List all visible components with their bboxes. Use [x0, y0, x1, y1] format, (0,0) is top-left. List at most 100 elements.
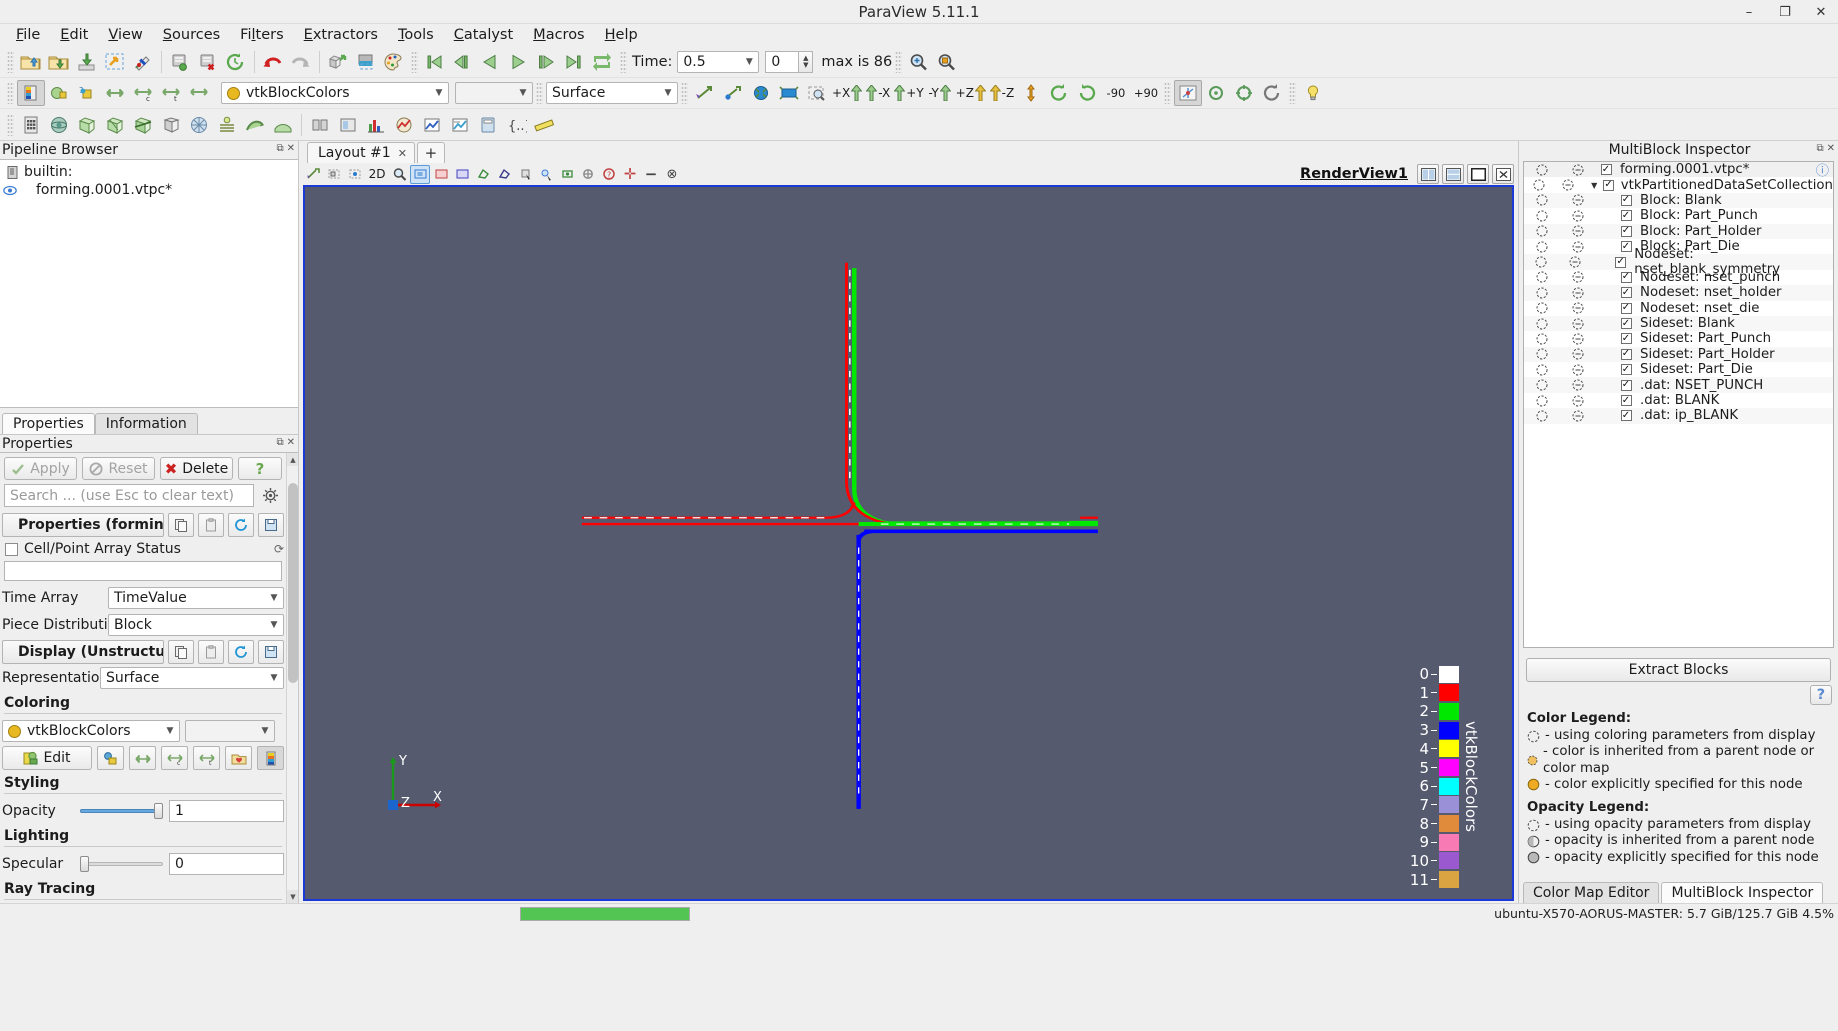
view-plus-x-button[interactable]: +X	[831, 80, 863, 106]
rotate-cw-icon[interactable]	[1073, 80, 1101, 106]
search-input[interactable]: Search ... (use Esc to clear text)	[4, 484, 254, 507]
help-icon[interactable]: ?	[1810, 685, 1832, 705]
table-row[interactable]: ✓ .dat: NSET_PUNCH	[1524, 377, 1833, 392]
help-button[interactable]: ?	[238, 457, 282, 480]
table-row[interactable]: ✓ Block: Blank	[1524, 193, 1833, 208]
select-cells-icon[interactable]	[324, 165, 344, 184]
opacity-cell-icon[interactable]	[1560, 210, 1596, 222]
interactive-select-icon[interactable]	[303, 165, 323, 184]
connect-server-icon[interactable]	[166, 49, 194, 75]
tab-properties[interactable]: Properties	[2, 413, 95, 434]
opacity-cell-icon[interactable]	[1560, 395, 1596, 407]
time-value-combo[interactable]: 0.5 ▼	[677, 51, 759, 73]
view-minus-z-button[interactable]: -Z	[987, 80, 1017, 106]
row-checkbox[interactable]: ✓	[1621, 226, 1632, 237]
color-legend[interactable]: 0 1 2 3 4 5 6 7 8 9 10 11 vtkBlockColors	[1403, 665, 1480, 889]
rescale-custom-icon[interactable]: ?	[73, 80, 101, 106]
table-row[interactable]: ✓ Nodeset: nset_holder	[1524, 285, 1833, 300]
color-cell-icon[interactable]	[1524, 271, 1560, 283]
row-checkbox[interactable]: ✓	[1621, 410, 1632, 421]
toolbar-grip[interactable]	[1289, 82, 1296, 104]
row-checkbox[interactable]: ✓	[1621, 287, 1632, 298]
coloring-array-combo[interactable]: vtkBlockColors ▼	[221, 82, 449, 104]
select-polygon-points-icon[interactable]	[494, 165, 514, 184]
reset-properties-icon[interactable]	[228, 513, 254, 537]
row-checkbox[interactable]: ✓	[1621, 380, 1632, 391]
row-checkbox[interactable]: ✓	[1621, 210, 1632, 221]
properties-group-toggle[interactable]: Properties (forming.00	[2, 513, 164, 537]
sphere-icon[interactable]	[45, 112, 73, 138]
choose-preset-icon[interactable]	[97, 746, 124, 770]
play-icon[interactable]	[505, 49, 533, 75]
row-checkbox[interactable]: ✓	[1621, 195, 1632, 206]
spreadsheet-icon[interactable]	[17, 112, 45, 138]
coloring-component-combo[interactable]: ▼	[185, 720, 275, 742]
select-frustum-cells-icon[interactable]	[747, 80, 775, 106]
table-row[interactable]: ✓ Sideset: Blank	[1524, 316, 1833, 331]
close-icon[interactable]: ✕	[398, 147, 407, 160]
query-icon[interactable]: ?	[599, 165, 619, 184]
rescale-temporal-range-icon[interactable]: t	[193, 746, 220, 770]
apply-button[interactable]: Apply	[4, 457, 77, 480]
warp-icon[interactable]	[269, 112, 297, 138]
cell-point-array-status-row[interactable]: Cell/Point Array Status ⟳	[2, 539, 284, 559]
box-icon[interactable]	[73, 112, 101, 138]
light-kit-icon[interactable]	[1299, 80, 1327, 106]
undock-icon[interactable]: ⧉	[1816, 143, 1823, 154]
table-row[interactable]: ✓ Sideset: Part_Die	[1524, 362, 1833, 377]
interactive-box-icon[interactable]	[578, 165, 598, 184]
extract-level-icon[interactable]	[334, 112, 362, 138]
cell-point-array-checkbox[interactable]	[5, 543, 18, 556]
tab-information[interactable]: Information	[95, 413, 198, 434]
opacity-cell-icon[interactable]	[1558, 256, 1592, 268]
glyph-icon[interactable]	[213, 112, 241, 138]
row-checkbox[interactable]: ✓	[1621, 241, 1632, 252]
undock-icon[interactable]: ⧉	[276, 143, 283, 154]
opacity-cell-icon[interactable]	[1560, 241, 1596, 253]
opacity-cell-icon[interactable]	[1554, 179, 1584, 191]
render-view-name[interactable]: RenderView1	[1300, 166, 1408, 182]
menu-file[interactable]: File	[6, 25, 50, 45]
reset-array-icon[interactable]: ⟳	[274, 542, 284, 556]
save-animation-icon[interactable]	[129, 49, 157, 75]
coloring-property-combo[interactable]: vtkBlockColors ▼	[2, 720, 180, 742]
menu-filters[interactable]: Filters	[230, 25, 293, 45]
opacity-input[interactable]: 1	[169, 800, 284, 822]
table-row[interactable]: ▼ ✓ vtkPartitionedDataSetCollection	[1524, 177, 1833, 192]
redo-camera-icon[interactable]	[352, 49, 380, 75]
table-row[interactable]: ✓ Nodeset: nset_die	[1524, 301, 1833, 316]
minimize-button[interactable]: –	[1738, 3, 1760, 21]
frame-spinner[interactable]: ▲▼	[799, 51, 813, 73]
reset-center-icon[interactable]	[1258, 80, 1286, 106]
select-all-checkbox[interactable]: ✓	[1601, 164, 1612, 175]
opacity-cell-icon[interactable]	[1560, 348, 1596, 360]
previous-frame-icon[interactable]	[449, 49, 477, 75]
scroll-up-icon[interactable]: ▲	[287, 453, 298, 466]
rotate-minus90-button[interactable]: -90	[1101, 80, 1131, 106]
select-block-icon[interactable]	[410, 165, 430, 184]
menu-help[interactable]: Help	[595, 25, 648, 45]
add-layout-tab-button[interactable]: +	[417, 142, 445, 163]
toolbar-grip[interactable]	[7, 51, 14, 73]
rescale-custom2-icon[interactable]	[185, 80, 213, 106]
layout-tab-1[interactable]: Layout #1 ✕	[307, 142, 415, 163]
menu-edit[interactable]: Edit	[50, 25, 98, 45]
stream-tracer-icon[interactable]	[241, 112, 269, 138]
clip-icon[interactable]	[157, 112, 185, 138]
select-surface-points-icon[interactable]	[719, 80, 747, 106]
view-plus-z-button[interactable]: +Z	[955, 80, 987, 106]
reset-display-icon[interactable]	[228, 640, 254, 664]
opacity-slider[interactable]	[80, 800, 163, 822]
time-array-combo[interactable]: TimeValue ▼	[108, 587, 284, 609]
plot-over-line-icon[interactable]	[390, 112, 418, 138]
select-frustum-points-icon[interactable]	[775, 80, 803, 106]
scroll-down-icon[interactable]: ▼	[287, 890, 298, 903]
histogram-icon[interactable]	[362, 112, 390, 138]
hover-cells-icon[interactable]	[515, 165, 535, 184]
ruler-icon[interactable]	[530, 112, 558, 138]
close-view-icon[interactable]	[1492, 164, 1514, 184]
copy-display-icon[interactable]	[168, 640, 194, 664]
opacity-cell-icon[interactable]	[1560, 287, 1596, 299]
zoom-area-icon[interactable]	[389, 165, 409, 184]
row-checkbox[interactable]: ✓	[1621, 349, 1632, 360]
